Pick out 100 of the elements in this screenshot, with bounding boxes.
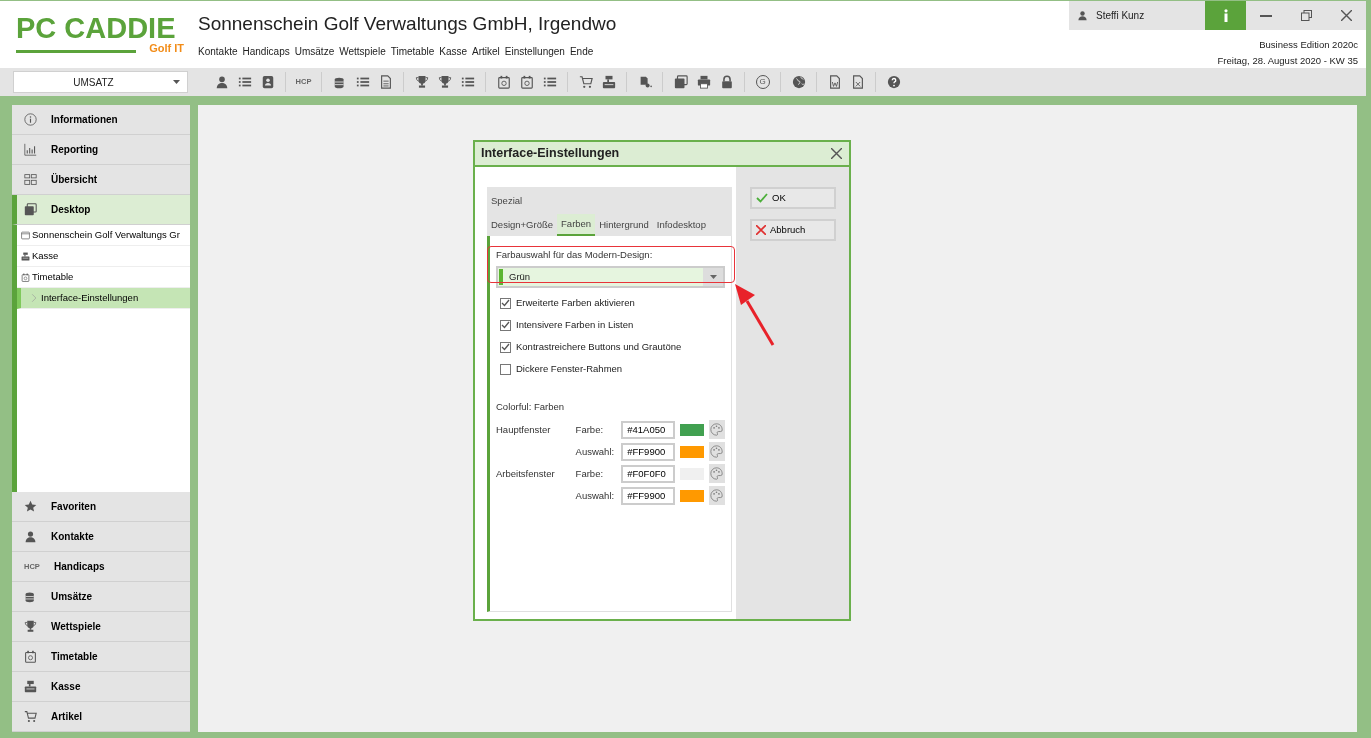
sidebar-item[interactable]: Artikel [12,702,190,732]
field-label: Auswahl: [575,445,615,457]
menu-item[interactable]: Artikel [472,45,500,57]
info-icon [1222,9,1229,22]
sidebar-item[interactable]: Timetable [12,642,190,672]
bar-chart-icon [24,143,37,156]
trophy-icon [437,75,452,89]
info-icon [24,113,37,126]
group-label: Arbeitsfenster [496,467,555,479]
sidebar-item[interactable]: Übersicht [12,165,190,195]
color-picker-button[interactable] [708,420,725,440]
cash-register-icon [21,251,30,261]
sidebar-item[interactable]: Wettspiele [12,612,190,642]
field-label: Farbauswahl für das Modern-Design: [496,248,654,263]
palette-icon [710,423,724,437]
contact-card-icon [260,75,275,89]
tab[interactable]: Hintergrund [595,213,653,237]
checkbox[interactable] [500,297,511,309]
cash-register-icon [24,680,37,693]
help-icon [886,75,901,89]
color-input[interactable]: #FF9900 [621,486,676,505]
palette-icon [710,467,724,481]
menu-item[interactable]: Umsätze [294,45,335,57]
tab[interactable]: Spezial [487,191,527,212]
section-title: Colorful: Farben [496,400,566,415]
caret-icon [709,275,717,280]
list-icon [460,75,475,89]
menu-item[interactable]: Ende [569,45,594,57]
ok-button[interactable]: OK [750,187,836,209]
restore-icon [1300,10,1312,21]
field-label: Auswahl: [575,489,615,501]
window-icon [21,230,30,240]
person-icon [1077,10,1088,21]
list-icon [542,75,557,89]
coins-icon [332,75,347,89]
windows-icon [24,203,37,216]
cross-icon [756,225,766,235]
dialog-title: Interface-Einstellungen [481,145,621,163]
tab[interactable]: Design+Größe [487,213,558,237]
group-label: Hauptfenster [496,423,551,435]
checkbox-label: Dickere Fenster-Rahmen [516,362,623,377]
cart-icon [578,75,593,89]
lock-icon [719,75,734,89]
menu-item[interactable]: Einstellungen [504,45,565,57]
field-label: Farbe: [575,467,604,479]
palette-icon [710,445,724,459]
word-document-icon [827,75,842,89]
star-icon [24,500,37,513]
person-icon [214,75,229,89]
color-marker [499,269,503,286]
color-input[interactable]: #41A050 [621,420,676,439]
color-input[interactable]: #FF9900 [621,442,676,461]
list-icon [355,75,370,89]
grid-icon [24,173,37,186]
palette-icon [710,489,724,503]
cancel-button[interactable]: Abbruch [750,219,836,241]
color-input[interactable]: #F0F0F0 [621,464,676,483]
person-icon [24,530,37,543]
sidebar-subitem[interactable]: Interface-Einstellungen [17,288,190,309]
menu-item[interactable]: Timetable [390,45,435,57]
checkbox[interactable] [500,319,511,331]
color-picker-button[interactable] [708,486,725,506]
sidebar-item[interactable]: Favoriten [12,492,190,522]
color-picker-button[interactable] [708,464,725,484]
cart-icon [24,710,37,723]
module-dropdown[interactable]: UMSATZ [13,71,188,93]
menu-item[interactable]: Kontakte [198,45,238,57]
menu-item[interactable]: Wettspiele [339,45,386,57]
menu-item[interactable]: Kasse [439,45,468,57]
checkbox[interactable] [500,363,511,375]
calendar-icon [21,272,30,282]
trophy-icon [414,75,429,89]
sidebar-item[interactable]: Informationen [12,105,190,135]
calendar-icon [496,75,511,89]
sidebar-item[interactable]: Kasse [12,672,190,702]
chevron-icon [29,293,39,303]
printer-icon [696,75,711,89]
design-dropdown[interactable]: Grün [496,266,725,289]
close-icon [830,148,842,159]
close-icon [1340,10,1352,21]
edition-text: Business Edition 2020c [1259,38,1358,52]
caret-icon [173,80,180,84]
menu-item[interactable]: Handicaps [242,45,290,57]
checkbox-label: Kontrastreichere Buttons und Grautöne [516,340,682,355]
color-picker-button[interactable] [708,442,725,462]
sidebar-item[interactable]: Reporting [12,135,190,165]
checkbox[interactable] [500,341,511,353]
sidebar-item[interactable]: Desktop [12,195,190,225]
tab[interactable]: Infodesktop [652,213,710,237]
logo: PC CADDIE Golf IT [16,13,184,53]
globe-icon [791,75,806,89]
sidebar-item[interactable]: Umsätze [12,582,190,612]
tab[interactable]: Farben [557,213,596,237]
window-title: Sonnenschein Golf Verwaltungs GmbH, Irgendwo [198,12,618,36]
date-text: Freitag, 28. August 2020 - KW 35 [1217,54,1358,69]
document-icon [378,75,393,89]
sidebar-item[interactable]: Kontakte [12,522,190,552]
calendar-icon [24,650,37,663]
field-label: Farbe: [575,423,604,435]
user-name: Steffi Kunz [1096,9,1145,23]
